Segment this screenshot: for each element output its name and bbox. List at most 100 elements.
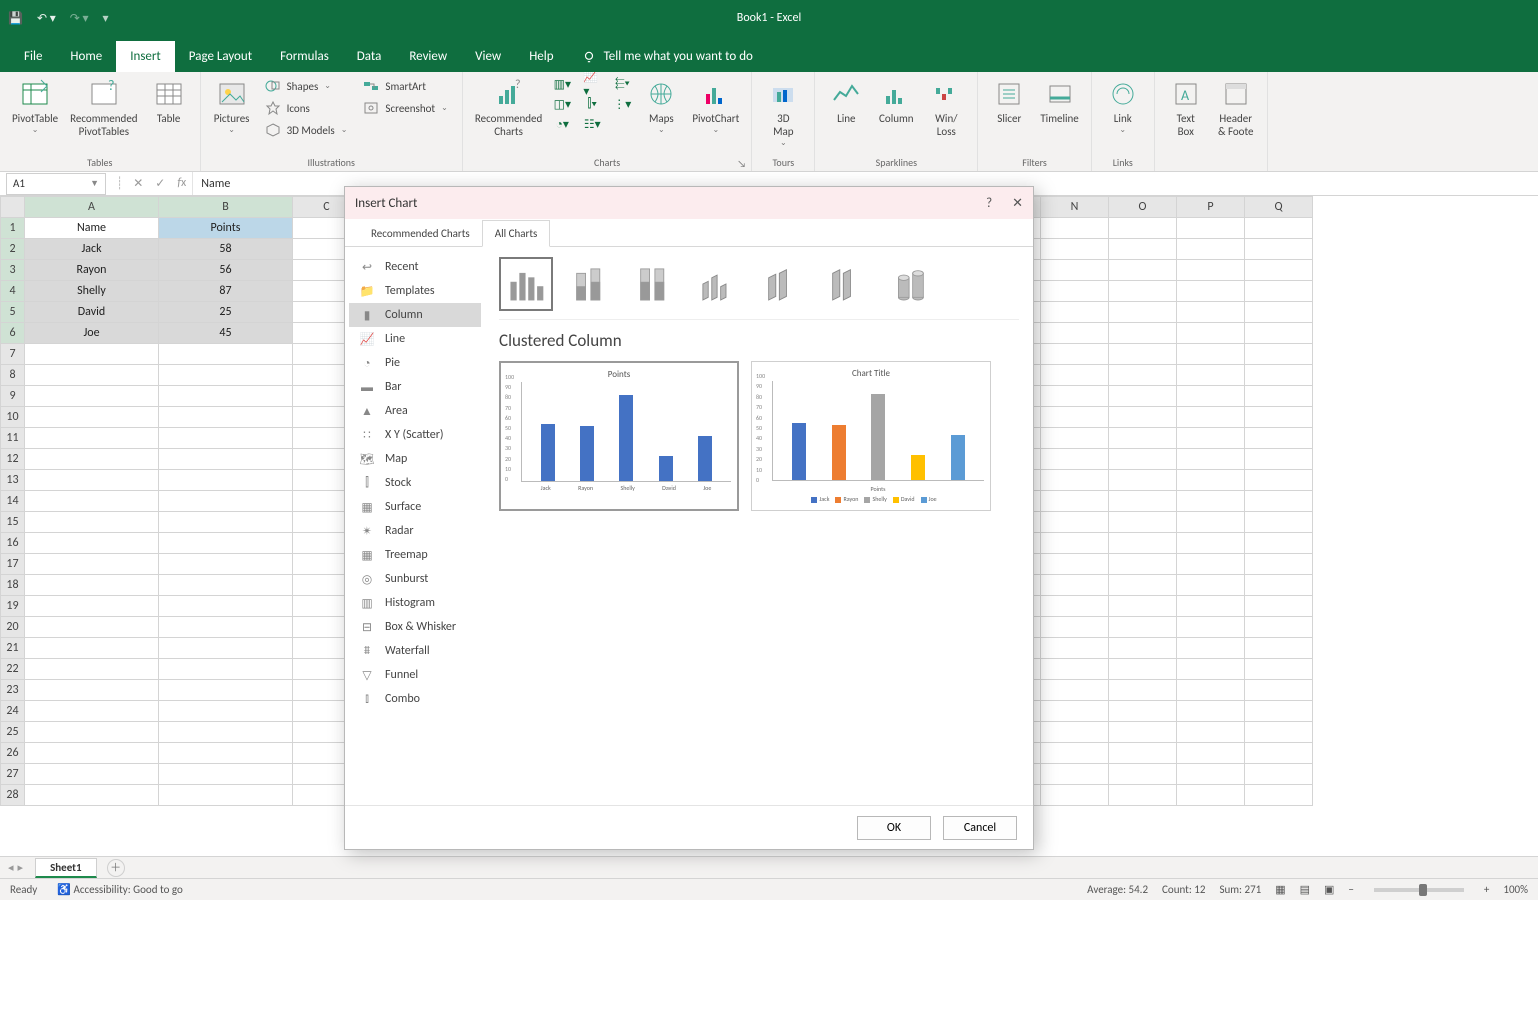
- ribbon-tab-home[interactable]: Home: [56, 41, 116, 72]
- cell-Q4[interactable]: [1245, 281, 1313, 302]
- chart-type-box-whisker[interactable]: ⊟ Box & Whisker: [349, 615, 481, 639]
- ribbon-tab-insert[interactable]: Insert: [116, 41, 175, 72]
- timeline-button[interactable]: Timeline: [1038, 76, 1080, 125]
- link-button[interactable]: Link⌄: [1102, 76, 1144, 135]
- cell-N7[interactable]: [1041, 344, 1109, 365]
- cell-B10[interactable]: [159, 407, 293, 428]
- chart-type-area[interactable]: ▲ Area: [349, 399, 481, 423]
- row-header-8[interactable]: 8: [1, 365, 25, 386]
- cell-B7[interactable]: [159, 344, 293, 365]
- view-pagebreak-icon[interactable]: ▣: [1324, 883, 1334, 896]
- textbox-button[interactable]: AText Box: [1165, 76, 1207, 138]
- cell-P26[interactable]: [1177, 743, 1245, 764]
- row-header-20[interactable]: 20: [1, 617, 25, 638]
- cell-Q6[interactable]: [1245, 323, 1313, 344]
- cell-P23[interactable]: [1177, 680, 1245, 701]
- recommended-pivottables-button[interactable]: ? Recommended PivotTables: [68, 76, 139, 138]
- cell-B20[interactable]: [159, 617, 293, 638]
- chart-type-treemap[interactable]: ▦ Treemap: [349, 543, 481, 567]
- pivottable-button[interactable]: PivotTable⌄: [10, 76, 60, 135]
- pivotchart-button[interactable]: PivotChart⌄: [690, 76, 741, 135]
- cell-O8[interactable]: [1109, 365, 1177, 386]
- row-header-10[interactable]: 10: [1, 407, 25, 428]
- dialog-tab-all[interactable]: All Charts: [482, 220, 551, 247]
- chart-type-map[interactable]: 🗺 Map: [349, 447, 481, 471]
- cell-P17[interactable]: [1177, 554, 1245, 575]
- cell-P9[interactable]: [1177, 386, 1245, 407]
- cell-Q19[interactable]: [1245, 596, 1313, 617]
- cell-A15[interactable]: [25, 512, 159, 533]
- cell-O7[interactable]: [1109, 344, 1177, 365]
- chart-type-stock[interactable]: ⫿ Stock: [349, 471, 481, 495]
- row-header-21[interactable]: 21: [1, 638, 25, 659]
- cell-N25[interactable]: [1041, 722, 1109, 743]
- cell-Q11[interactable]: [1245, 428, 1313, 449]
- view-pagelayout-icon[interactable]: ▤: [1300, 883, 1310, 896]
- cell-P19[interactable]: [1177, 596, 1245, 617]
- cancel-button[interactable]: Cancel: [943, 816, 1017, 840]
- cell-P5[interactable]: [1177, 302, 1245, 323]
- sheet-tab[interactable]: Sheet1: [35, 858, 97, 878]
- cell-N19[interactable]: [1041, 596, 1109, 617]
- cell-A22[interactable]: [25, 659, 159, 680]
- ribbon-tab-review[interactable]: Review: [395, 41, 461, 72]
- cell-N13[interactable]: [1041, 470, 1109, 491]
- cell-B14[interactable]: [159, 491, 293, 512]
- row-header-26[interactable]: 26: [1, 743, 25, 764]
- cell-O2[interactable]: [1109, 239, 1177, 260]
- cell-A28[interactable]: [25, 785, 159, 806]
- row-header-3[interactable]: 3: [1, 260, 25, 281]
- table-button[interactable]: Table: [148, 76, 190, 125]
- row-header-24[interactable]: 24: [1, 701, 25, 722]
- 3dmodels-button[interactable]: 3D Models⌄: [261, 120, 352, 140]
- undo-icon[interactable]: ↶ ▾: [37, 11, 56, 26]
- cell-N21[interactable]: [1041, 638, 1109, 659]
- cell-A9[interactable]: [25, 386, 159, 407]
- cell-P16[interactable]: [1177, 533, 1245, 554]
- cell-Q18[interactable]: [1245, 575, 1313, 596]
- row-header-15[interactable]: 15: [1, 512, 25, 533]
- row-header-28[interactable]: 28: [1, 785, 25, 806]
- row-header-5[interactable]: 5: [1, 302, 25, 323]
- cell-Q5[interactable]: [1245, 302, 1313, 323]
- cell-O16[interactable]: [1109, 533, 1177, 554]
- chart-type-templates[interactable]: 📁 Templates: [349, 279, 481, 303]
- col-header-N[interactable]: N: [1041, 197, 1109, 218]
- cell-A5[interactable]: David: [25, 302, 159, 323]
- cell-Q21[interactable]: [1245, 638, 1313, 659]
- cell-Q26[interactable]: [1245, 743, 1313, 764]
- cell-N22[interactable]: [1041, 659, 1109, 680]
- cell-B28[interactable]: [159, 785, 293, 806]
- cell-O14[interactable]: [1109, 491, 1177, 512]
- cell-Q2[interactable]: [1245, 239, 1313, 260]
- cell-P12[interactable]: [1177, 449, 1245, 470]
- cell-O6[interactable]: [1109, 323, 1177, 344]
- insert-scatter-chart[interactable]: ⋮▾: [612, 96, 632, 112]
- cell-A18[interactable]: [25, 575, 159, 596]
- cell-O18[interactable]: [1109, 575, 1177, 596]
- cell-B4[interactable]: 87: [159, 281, 293, 302]
- cell-Q14[interactable]: [1245, 491, 1313, 512]
- cell-B21[interactable]: [159, 638, 293, 659]
- cell-P24[interactable]: [1177, 701, 1245, 722]
- insert-line-chart[interactable]: 📈▾: [582, 76, 602, 92]
- row-header-2[interactable]: 2: [1, 239, 25, 260]
- redo-icon[interactable]: ↷ ▾: [70, 11, 89, 26]
- cell-N26[interactable]: [1041, 743, 1109, 764]
- shapes-button[interactable]: Shapes⌄: [261, 76, 352, 96]
- ribbon-tab-file[interactable]: File: [10, 41, 56, 72]
- chart-type-line[interactable]: 📈 Line: [349, 327, 481, 351]
- cell-B23[interactable]: [159, 680, 293, 701]
- cell-O25[interactable]: [1109, 722, 1177, 743]
- row-header-13[interactable]: 13: [1, 470, 25, 491]
- chart-type-recent[interactable]: ↩ Recent: [349, 255, 481, 279]
- insert-surface-chart[interactable]: ☷▾: [582, 116, 602, 132]
- zoom-out-icon[interactable]: −: [1348, 883, 1353, 896]
- smartart-button[interactable]: SmartArt: [359, 76, 451, 96]
- insert-statistic-chart[interactable]: ⫿▾: [582, 96, 602, 112]
- cell-N1[interactable]: [1041, 218, 1109, 239]
- cell-B17[interactable]: [159, 554, 293, 575]
- cell-O1[interactable]: [1109, 218, 1177, 239]
- column-subtype-3[interactable]: [627, 257, 681, 311]
- row-header-22[interactable]: 22: [1, 659, 25, 680]
